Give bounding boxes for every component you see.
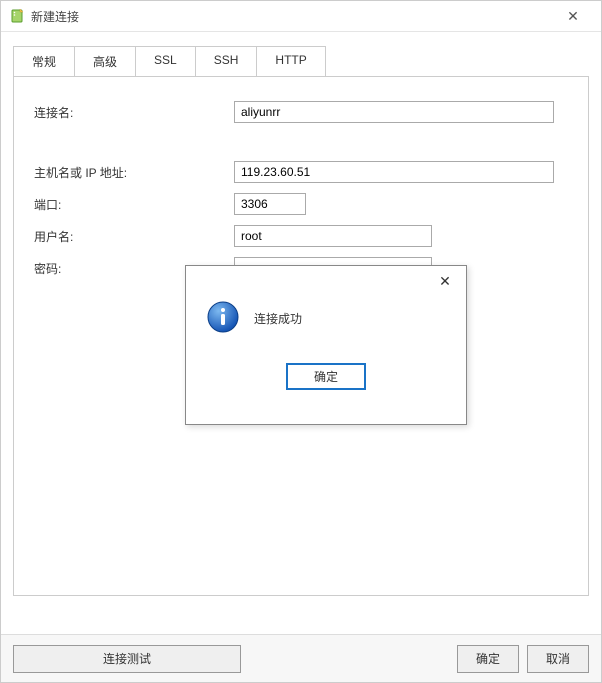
- username-input[interactable]: [234, 225, 432, 247]
- tab-http[interactable]: HTTP: [257, 47, 324, 76]
- titlebar: 新建连接 ✕: [1, 1, 601, 32]
- test-connection-button[interactable]: 连接测试: [13, 645, 241, 673]
- tab-advanced[interactable]: 高级: [75, 47, 136, 76]
- dialog-titlebar: ✕: [186, 266, 466, 296]
- row-port: 端口:: [34, 193, 568, 215]
- port-input[interactable]: [234, 193, 306, 215]
- dialog-message: 连接成功: [254, 310, 302, 327]
- connection-name-input[interactable]: [234, 101, 554, 123]
- ok-button[interactable]: 确定: [457, 645, 519, 673]
- dialog-footer: 确定: [186, 363, 466, 390]
- tab-general[interactable]: 常规: [14, 47, 75, 76]
- app-icon: [9, 8, 25, 24]
- success-dialog: ✕ 连接成功 确定: [185, 265, 467, 425]
- dialog-ok-button[interactable]: 确定: [286, 363, 366, 390]
- window-close-button[interactable]: ✕: [553, 1, 593, 31]
- new-connection-window: 新建连接 ✕ 常规 高级 SSL SSH HTTP 连接名: 主机名或 IP 地…: [0, 0, 602, 683]
- tabs: 常规 高级 SSL SSH HTTP: [13, 46, 326, 76]
- dialog-body: 连接成功: [186, 296, 466, 337]
- host-input[interactable]: [234, 161, 554, 183]
- cancel-button[interactable]: 取消: [527, 645, 589, 673]
- host-label: 主机名或 IP 地址:: [34, 164, 234, 181]
- port-label: 端口:: [34, 196, 234, 213]
- username-label: 用户名:: [34, 228, 234, 245]
- info-icon: [206, 300, 240, 337]
- dialog-close-button[interactable]: ✕: [430, 269, 460, 293]
- row-host: 主机名或 IP 地址:: [34, 161, 568, 183]
- row-user: 用户名:: [34, 225, 568, 247]
- tab-ssh[interactable]: SSH: [196, 47, 258, 76]
- window-title: 新建连接: [31, 8, 553, 25]
- tab-ssl[interactable]: SSL: [136, 47, 196, 76]
- footer: 连接测试 确定 取消: [1, 634, 601, 682]
- connection-name-label: 连接名:: [34, 104, 234, 121]
- row-connection-name: 连接名:: [34, 101, 568, 123]
